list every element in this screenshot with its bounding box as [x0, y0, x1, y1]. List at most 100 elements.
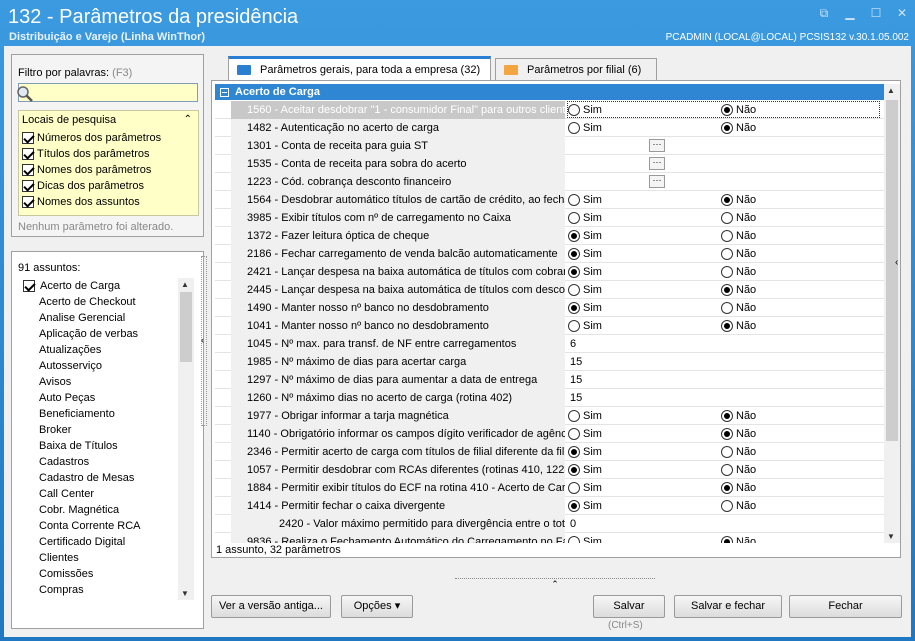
save-button[interactable]: Salvar: [593, 595, 665, 618]
radio-icon[interactable]: [721, 284, 733, 296]
search-option-checkbox[interactable]: Nomes dos assuntos: [22, 194, 140, 209]
lookup-button[interactable]: ···: [649, 157, 665, 170]
radio-icon[interactable]: [721, 212, 733, 224]
restore-icon[interactable]: ⧉: [817, 6, 831, 20]
parameter-value[interactable]: 15: [566, 371, 884, 389]
yes-radio[interactable]: Sim: [568, 248, 602, 260]
parameter-value[interactable]: Sim Não: [566, 479, 884, 497]
parameter-row[interactable]: 1414 - Permitir fechar o caixa divergent…: [215, 497, 884, 515]
collapse-icon[interactable]: [220, 87, 229, 97]
checkbox-icon[interactable]: [22, 179, 34, 192]
subject-item[interactable]: Cadastro de Mesas: [19, 470, 177, 486]
parameter-row[interactable]: 2186 - Fechar carregamento de venda balc…: [215, 245, 884, 263]
search-option-checkbox[interactable]: Nomes dos parâmetros: [22, 162, 151, 177]
checkbox-icon[interactable]: [22, 195, 34, 208]
parameter-row[interactable]: 2421 - Lançar despesa na baixa automátic…: [215, 263, 884, 281]
parameter-row[interactable]: 2420 - Valor máximo permitido para diver…: [215, 515, 884, 533]
checkbox-icon[interactable]: [23, 280, 35, 292]
subject-item[interactable]: Conta Corrente RCA: [19, 518, 177, 534]
yes-radio[interactable]: Sim: [568, 464, 602, 476]
subject-item[interactable]: Compras: [19, 582, 177, 598]
no-radio[interactable]: Não: [721, 212, 756, 224]
close-form-button[interactable]: Fechar: [789, 595, 902, 618]
parameter-value[interactable]: ···: [566, 137, 884, 155]
parameter-row[interactable]: 3985 - Exibir títulos com nº de carregam…: [215, 209, 884, 227]
no-radio[interactable]: Não: [721, 464, 756, 476]
radio-icon[interactable]: [721, 536, 733, 543]
parameter-value[interactable]: 15: [566, 389, 884, 407]
no-radio[interactable]: Não: [721, 122, 756, 134]
parameter-row[interactable]: 1057 - Permitir desdobrar com RCAs difer…: [215, 461, 884, 479]
parameter-row[interactable]: 1223 - Cód. cobrança desconto financeiro…: [215, 173, 884, 191]
lookup-button[interactable]: ···: [649, 175, 665, 188]
checkbox-icon[interactable]: [22, 163, 34, 176]
subject-item[interactable]: Auto Peças: [19, 390, 177, 406]
subject-item[interactable]: Aplicação de verbas: [19, 326, 177, 342]
radio-icon[interactable]: [721, 410, 733, 422]
parameter-value[interactable]: Sim Não: [566, 119, 884, 137]
radio-icon[interactable]: [568, 536, 580, 543]
radio-icon[interactable]: [568, 194, 580, 206]
parameter-value[interactable]: Sim Não: [566, 425, 884, 443]
parameter-value[interactable]: Sim Não: [566, 443, 884, 461]
radio-icon[interactable]: [568, 464, 580, 476]
parameter-value[interactable]: ···: [566, 173, 884, 191]
right-splitter[interactable]: ‹: [895, 256, 903, 366]
no-radio[interactable]: Não: [721, 230, 756, 242]
no-radio[interactable]: Não: [721, 320, 756, 332]
minimize-button[interactable]: ▁: [843, 6, 857, 20]
radio-icon[interactable]: [721, 428, 733, 440]
subject-item[interactable]: Cadastros: [19, 454, 177, 470]
parameter-row[interactable]: 1140 - Obrigatório informar os campos dí…: [215, 425, 884, 443]
parameter-value[interactable]: Sim Não: [566, 191, 884, 209]
parameter-row[interactable]: 1482 - Autenticação no acerto de carga Si…: [215, 119, 884, 137]
yes-radio[interactable]: Sim: [568, 428, 602, 440]
parameter-value[interactable]: 0: [566, 515, 884, 533]
scroll-down-icon[interactable]: ▼: [887, 532, 895, 541]
radio-icon[interactable]: [721, 122, 733, 134]
subject-item[interactable]: Atualizações: [19, 342, 177, 358]
parameter-row[interactable]: 2445 - Lançar despesa na baixa automátic…: [215, 281, 884, 299]
yes-radio[interactable]: Sim: [568, 122, 602, 134]
parameter-value[interactable]: ···: [566, 155, 884, 173]
bottom-splitter[interactable]: ⌃: [455, 578, 655, 589]
parameter-row[interactable]: 1041 - Manter nosso nº banco no desdobra…: [215, 317, 884, 335]
subject-item[interactable]: Cobr. Magnética: [19, 502, 177, 518]
left-splitter[interactable]: ‹: [201, 256, 207, 426]
radio-icon[interactable]: [721, 230, 733, 242]
parameter-value[interactable]: Sim Não: [566, 461, 884, 479]
yes-radio[interactable]: Sim: [568, 446, 602, 458]
radio-icon[interactable]: [568, 320, 580, 332]
parameter-value[interactable]: Sim Não: [566, 209, 884, 227]
yes-radio[interactable]: Sim: [568, 536, 602, 543]
checkbox-icon[interactable]: [22, 147, 34, 160]
radio-icon[interactable]: [568, 284, 580, 296]
yes-radio[interactable]: Sim: [568, 194, 602, 206]
subject-item[interactable]: Beneficiamento: [19, 406, 177, 422]
yes-radio[interactable]: Sim: [568, 482, 602, 494]
filter-input[interactable]: [18, 83, 198, 102]
parameter-value[interactable]: Sim Não: [566, 497, 884, 515]
parameter-value[interactable]: 6: [566, 335, 884, 353]
parameter-row[interactable]: 2346 - Permitir acerto de carga com títu…: [215, 443, 884, 461]
yes-radio[interactable]: Sim: [568, 302, 602, 314]
yes-radio[interactable]: Sim: [568, 266, 602, 278]
parameter-row[interactable]: 1490 - Manter nosso nº banco no desdobra…: [215, 299, 884, 317]
parameter-text-value[interactable]: 15: [570, 353, 582, 371]
parameter-value[interactable]: Sim Não: [566, 263, 884, 281]
maximize-button[interactable]: ☐: [869, 6, 883, 20]
scroll-down-icon[interactable]: ▼: [181, 589, 189, 598]
yes-radio[interactable]: Sim: [568, 410, 602, 422]
no-radio[interactable]: Não: [721, 428, 756, 440]
parameter-text-value[interactable]: 6: [570, 335, 576, 353]
yes-radio[interactable]: Sim: [568, 320, 602, 332]
scroll-up-icon[interactable]: ▲: [181, 280, 189, 289]
radio-icon[interactable]: [568, 446, 580, 458]
parameter-value[interactable]: Sim Não: [566, 533, 884, 543]
subject-item[interactable]: Certificado Digital: [19, 534, 177, 550]
subject-item[interactable]: Avisos: [19, 374, 177, 390]
parameter-row[interactable]: 1884 - Permitir exibir títulos do ECF na…: [215, 479, 884, 497]
tab-general-params[interactable]: Parâmetros gerais, para toda a empresa (…: [228, 56, 491, 80]
parameter-value[interactable]: Sim Não: [566, 227, 884, 245]
radio-icon[interactable]: [568, 212, 580, 224]
